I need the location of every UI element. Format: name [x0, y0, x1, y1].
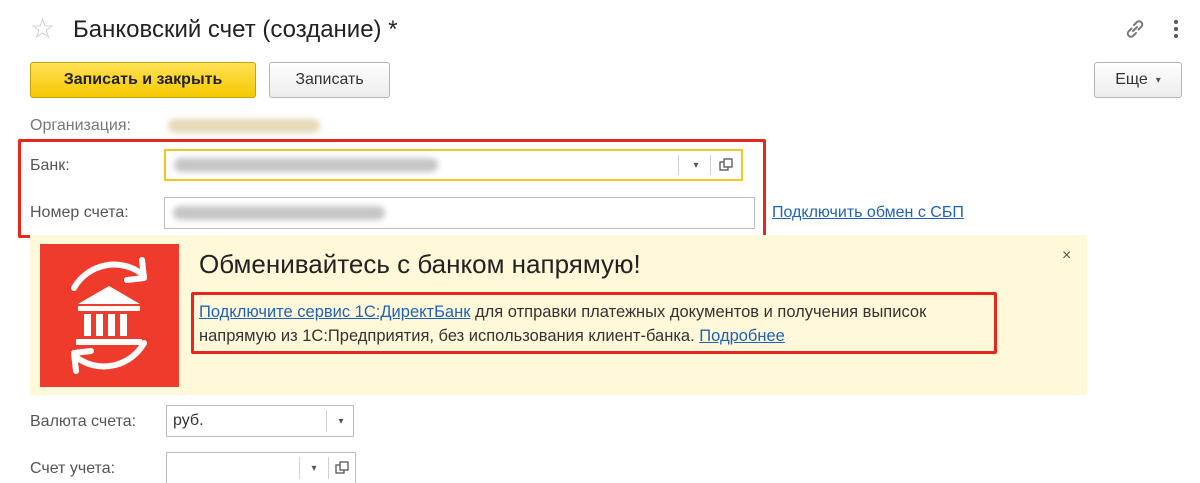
more-info-link[interactable]: Подробнее: [699, 327, 785, 345]
account-number-input[interactable]: [164, 197, 755, 229]
close-icon[interactable]: ×: [1062, 246, 1071, 266]
save-and-close-button[interactable]: Записать и закрыть: [30, 62, 256, 98]
open-window-icon: [335, 461, 349, 474]
currency-select[interactable]: руб. ▾: [166, 405, 354, 437]
currency-dropdown-button[interactable]: ▾: [327, 406, 355, 436]
page-title: Банковский счет (создание) *: [73, 16, 398, 43]
open-window-icon: [719, 158, 733, 171]
account-number-value-redacted: [173, 206, 385, 220]
more-label: Еще: [1115, 71, 1148, 88]
bank-label: Банк:: [30, 157, 70, 174]
organization-label: Организация:: [30, 117, 131, 134]
chevron-down-icon: ▾: [311, 462, 317, 474]
bank-exchange-icon: [40, 244, 179, 387]
link-icon[interactable]: [1122, 16, 1148, 42]
connect-directbank-link[interactable]: Подключите сервис 1С:ДиректБанк: [199, 303, 470, 321]
banner-description: Подключите сервис 1С:ДиректБанк для отпр…: [199, 300, 989, 348]
more-menu-button[interactable]: Еще ▾: [1094, 62, 1182, 98]
currency-value: руб.: [173, 412, 204, 429]
chevron-down-icon: ▾: [338, 415, 344, 427]
bank-value-redacted: [174, 158, 438, 172]
ledger-account-select[interactable]: ▾: [166, 452, 356, 483]
ledger-account-dropdown-button[interactable]: ▾: [300, 453, 328, 483]
bank-open-button[interactable]: [712, 151, 740, 179]
title-bar: ☆ Банковский счет (создание) *: [0, 0, 1200, 60]
bank-dropdown-button[interactable]: ▾: [682, 151, 710, 179]
star-icon[interactable]: ☆: [30, 14, 55, 44]
chevron-down-icon: ▾: [1155, 74, 1161, 86]
account-number-label: Номер счета:: [30, 204, 129, 221]
connect-sbp-link[interactable]: Подключить обмен с СБП: [772, 203, 964, 223]
bank-select[interactable]: ▾: [164, 149, 743, 181]
organization-value-redacted: [168, 119, 320, 133]
save-label: Записать: [295, 71, 364, 88]
save-button[interactable]: Записать: [269, 62, 390, 98]
ledger-account-label: Счет учета:: [30, 460, 116, 477]
more-vertical-icon[interactable]: [1170, 16, 1182, 42]
ledger-account-open-button[interactable]: [328, 453, 356, 483]
chevron-down-icon: ▾: [693, 159, 699, 171]
save-and-close-label: Записать и закрыть: [63, 71, 223, 88]
banner-title: Обменивайтесь с банком напрямую!: [199, 249, 641, 279]
currency-label: Валюта счета:: [30, 413, 137, 430]
